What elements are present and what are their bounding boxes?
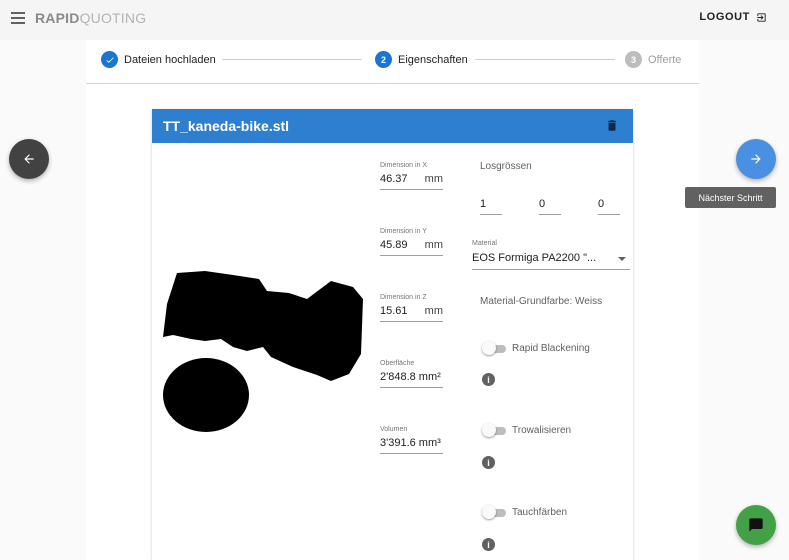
- step-upload[interactable]: Dateien hochladen: [101, 51, 216, 68]
- next-step-tooltip: Nächster Schritt: [685, 187, 776, 208]
- field-value: 3'391.6 mm³: [380, 437, 441, 449]
- part-filename: TT_kaneda-bike.stl: [163, 118, 290, 134]
- field-value: 2'848.8 mm²: [380, 371, 441, 383]
- field-unit: mm: [424, 239, 443, 251]
- right-gutter: [699, 40, 789, 560]
- logout-icon: [757, 12, 766, 22]
- part-card: TT_kaneda-bike.stl Dimension in X 46.37 m…: [152, 109, 633, 560]
- step-connector: [222, 59, 362, 60]
- dimension-z-field[interactable]: Dimension in Z 15.61 mm: [380, 294, 443, 322]
- field-value: 15.61: [380, 305, 408, 317]
- lot-size-input-1[interactable]: 1: [480, 198, 502, 215]
- step-label: Offerte: [648, 53, 682, 66]
- part-3d-preview[interactable]: [163, 269, 363, 434]
- info-icon[interactable]: i: [482, 538, 495, 551]
- arrow-left-icon: [24, 154, 34, 164]
- brand-name-bold: RAPID: [35, 10, 80, 26]
- logout-label: LOGOUT: [699, 11, 750, 23]
- chat-button[interactable]: [736, 505, 776, 545]
- volume-field[interactable]: Volumen 3'391.6 mm³: [380, 426, 443, 454]
- chat-icon: [749, 518, 763, 532]
- arrow-right-icon: [751, 154, 761, 164]
- material-select[interactable]: EOS Formiga PA2200 "...: [472, 252, 630, 270]
- info-icon[interactable]: i: [482, 373, 495, 386]
- option-label: Tauchfärben: [512, 507, 568, 518]
- part-card-header: TT_kaneda-bike.stl: [152, 109, 633, 143]
- dimension-x-field[interactable]: Dimension in X 46.37 mm: [380, 162, 443, 190]
- check-circle-icon: [101, 51, 118, 68]
- field-label: Volumen: [380, 426, 408, 433]
- trash-icon[interactable]: [605, 118, 619, 133]
- step-label: Eigenschaften: [398, 53, 468, 66]
- step-number-badge: 3: [625, 51, 642, 68]
- field-value: 45.89: [380, 239, 408, 251]
- lot-sizes-label: Losgrössen: [480, 161, 532, 172]
- material-value: EOS Formiga PA2200 "...: [472, 252, 597, 264]
- option-label: Trowalisieren: [512, 425, 572, 436]
- tauchfaerben-toggle[interactable]: [482, 505, 506, 519]
- brand-name-light: QUOTING: [79, 10, 147, 26]
- rapid-blackening-toggle[interactable]: [482, 341, 506, 355]
- field-label: Dimension in Z: [380, 294, 427, 301]
- previous-step-button[interactable]: [9, 139, 49, 179]
- field-label: Dimension in X: [380, 162, 428, 169]
- dimension-y-field[interactable]: Dimension in Y 45.89 mm: [380, 228, 443, 256]
- top-app-bar: RAPIDQUOTING LOGOUT: [0, 0, 789, 40]
- field-unit: mm: [424, 305, 443, 317]
- progress-stepper: Dateien hochladen 2 Eigenschaften 3 Offe…: [86, 40, 699, 84]
- option-label: Rapid Blackening: [512, 343, 590, 354]
- step-connector: [475, 59, 615, 60]
- field-label: Oberfläche: [380, 360, 415, 367]
- logout-button[interactable]: LOGOUT: [699, 11, 767, 23]
- trowalisieren-toggle[interactable]: [482, 423, 506, 437]
- chevron-down-icon: [618, 257, 626, 261]
- field-label: Dimension in Y: [380, 228, 427, 235]
- lot-size-input-3[interactable]: 0: [598, 198, 620, 215]
- next-step-button[interactable]: [736, 139, 776, 179]
- step-number-badge: 2: [375, 51, 392, 68]
- lot-size-input-2[interactable]: 0: [539, 198, 561, 215]
- material-base-color: Material-Grundfarbe: Weiss: [480, 296, 603, 307]
- step-properties[interactable]: 2 Eigenschaften: [375, 51, 468, 68]
- step-label: Dateien hochladen: [124, 53, 216, 66]
- field-value: 46.37: [380, 173, 408, 185]
- info-icon[interactable]: i: [482, 456, 495, 469]
- app-logo[interactable]: RAPIDQUOTING: [35, 10, 146, 26]
- step-quote[interactable]: 3 Offerte: [625, 51, 681, 68]
- left-gutter: [0, 40, 86, 560]
- field-unit: mm: [424, 173, 443, 185]
- surface-field[interactable]: Oberfläche 2'848.8 mm²: [380, 360, 443, 388]
- material-label: Material: [472, 240, 497, 247]
- menu-icon[interactable]: [11, 12, 25, 24]
